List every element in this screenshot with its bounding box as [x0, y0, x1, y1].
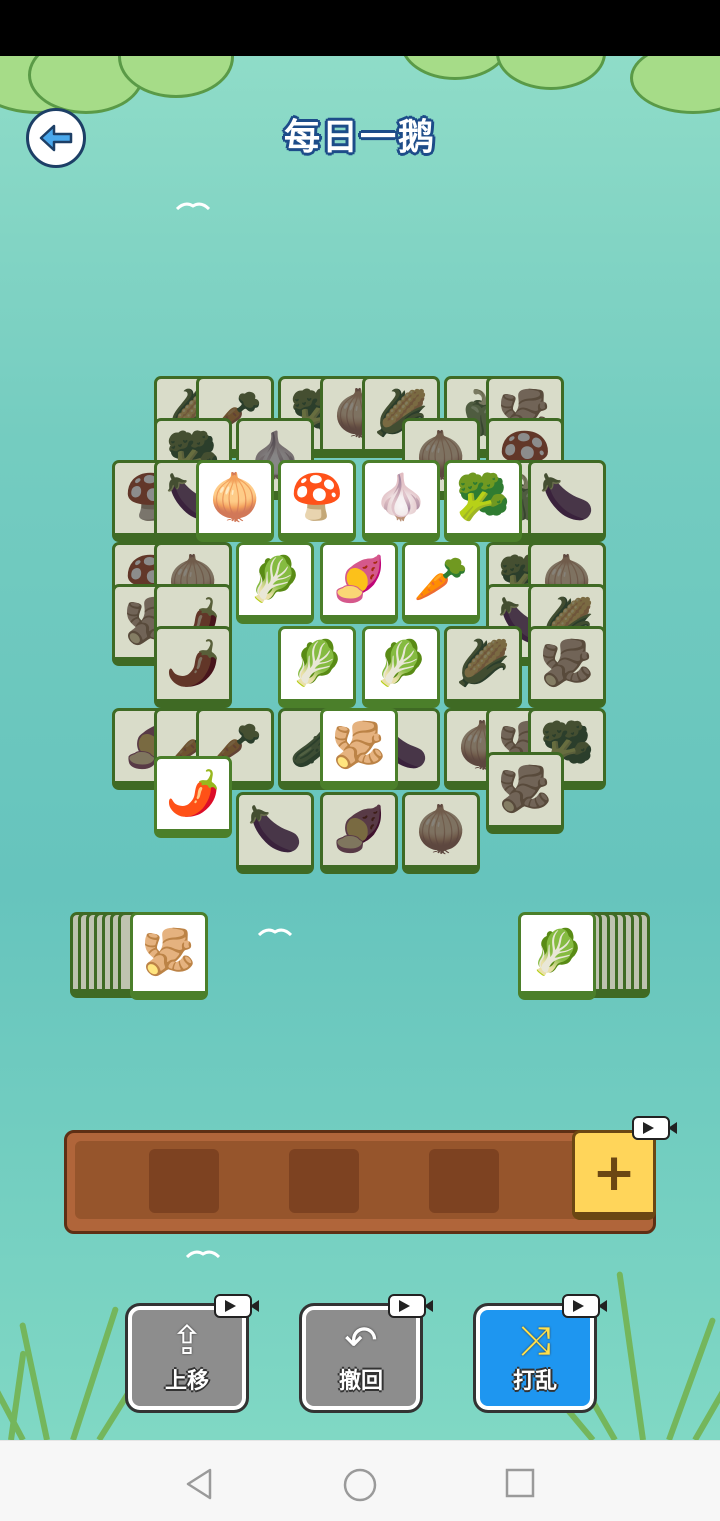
nav-back-icon[interactable] — [184, 1467, 214, 1501]
tile-blocked: 🍆 — [528, 460, 606, 542]
tile-ginger[interactable]: 🫚 — [320, 708, 398, 790]
tile-mushroom[interactable]: 🍄 — [278, 460, 356, 542]
tile-blocked: 🫚 — [528, 626, 606, 708]
sweet-potato-icon: 🍠 — [331, 554, 387, 605]
add-slot-button[interactable]: + — [572, 1130, 656, 1220]
vegetable-icon: 🌶️ — [165, 768, 221, 819]
system-nav-bar — [0, 1440, 720, 1521]
vegetable-icon: 🧅 — [413, 804, 469, 855]
tile-onion[interactable]: 🧅 — [196, 460, 274, 542]
video-ad-icon — [214, 1294, 259, 1318]
tray-slot — [429, 1149, 499, 1213]
move-up-label: 上移 — [164, 1369, 209, 1394]
undo-label: 撤回 — [338, 1369, 383, 1394]
video-ad-icon — [632, 1116, 677, 1140]
right-stack-top-tile[interactable]: 🥬 — [518, 912, 596, 1000]
tile-cabbage[interactable]: 🥬 — [362, 626, 440, 708]
shuffle-icon: ⤨ — [519, 1318, 551, 1364]
shuffle-label: 打乱 — [512, 1369, 557, 1394]
ginger-icon: 🫚 — [141, 927, 197, 978]
plus-icon: + — [592, 1142, 636, 1203]
carrot-icon: 🥕 — [413, 554, 469, 605]
cabbage-icon: 🥬 — [529, 927, 585, 978]
undo-button[interactable]: ↶ 撤回 — [299, 1303, 423, 1413]
video-ad-icon — [562, 1294, 607, 1318]
tile-blocked: 🍆 — [236, 792, 314, 874]
game-screen: 每日一鹅 🌽 🥕 🥦 🧅 🌽 🫑 🫚 🥦 🧄 🧅 🍄 🍄 🍆 🫑 🍆 🍄 🧅 🥦… — [0, 56, 720, 1440]
tile-chili[interactable]: 🌶️ — [154, 756, 232, 838]
tile-blocked: 🫚 — [486, 752, 564, 834]
ginger-icon: 🫚 — [331, 720, 387, 771]
vegetable-icon: 🌽 — [455, 638, 511, 689]
status-bar — [0, 0, 720, 56]
tile-carrot[interactable]: 🥕 — [402, 542, 480, 624]
tile-turnip[interactable]: 🧄 — [362, 460, 440, 542]
tile-broccoli[interactable]: 🥦 — [444, 460, 522, 542]
grass-blade — [19, 1321, 50, 1440]
tile-blocked: 🌶️ — [154, 626, 232, 708]
tile-blocked: 🌽 — [444, 626, 522, 708]
tray-slot — [149, 1149, 219, 1213]
vegetable-icon: 🫚 — [497, 764, 553, 815]
cabbage-icon: 🥬 — [373, 638, 429, 689]
tile-tray — [64, 1130, 656, 1234]
tile-blocked: 🧅 — [402, 792, 480, 874]
vegetable-icon: 🍠 — [331, 804, 387, 855]
upload-icon: ⇪ — [170, 1318, 204, 1364]
tile-cabbage[interactable]: 🥬 — [236, 542, 314, 624]
move-up-button[interactable]: ⇪ 上移 — [125, 1303, 249, 1413]
nav-recents-icon[interactable] — [504, 1467, 536, 1499]
tile-sweet-potato[interactable]: 🍠 — [320, 542, 398, 624]
onion-icon: 🧅 — [207, 472, 263, 523]
undo-icon: ↶ — [344, 1318, 378, 1364]
broccoli-icon: 🥦 — [455, 472, 511, 523]
grass-blade — [616, 1271, 646, 1440]
cabbage-icon: 🥬 — [289, 638, 345, 689]
tray-slot — [289, 1149, 359, 1213]
mushroom-icon: 🍄 — [289, 472, 345, 523]
turnip-icon: 🧄 — [373, 472, 429, 523]
left-stack-top-tile[interactable]: 🫚 — [130, 912, 208, 1000]
nav-home-icon[interactable] — [342, 1467, 378, 1503]
cabbage-icon: 🥬 — [247, 554, 303, 605]
vegetable-icon: 🌶️ — [165, 638, 221, 689]
video-ad-icon — [388, 1294, 433, 1318]
vegetable-icon: 🫚 — [539, 638, 595, 689]
tile-blocked: 🍠 — [320, 792, 398, 874]
vegetable-icon: 🍆 — [539, 472, 595, 523]
tile-cabbage[interactable]: 🥬 — [278, 626, 356, 708]
shuffle-button[interactable]: ⤨ 打乱 — [473, 1303, 597, 1413]
vegetable-icon: 🍆 — [247, 804, 303, 855]
tray-inner — [75, 1141, 645, 1219]
